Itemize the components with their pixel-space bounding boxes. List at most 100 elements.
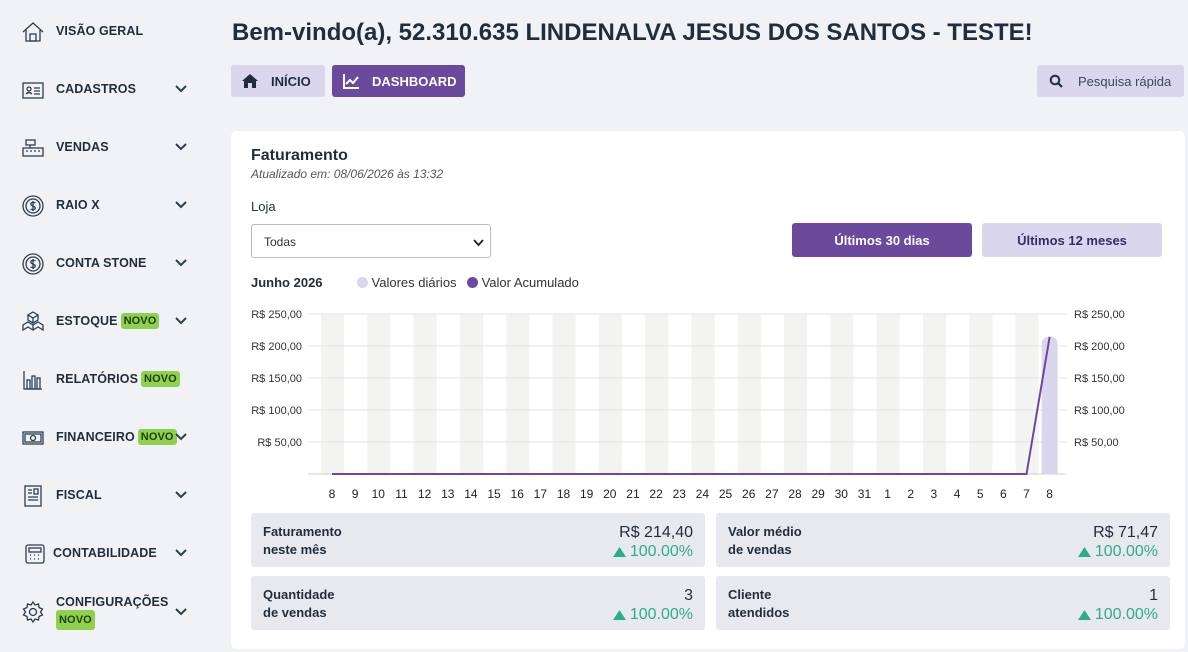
boxes-icon bbox=[20, 309, 46, 335]
bar-chart-icon bbox=[20, 367, 46, 393]
chevron-down-icon[interactable] bbox=[174, 605, 188, 619]
sidebar-item-text: FINANCEIRO bbox=[56, 430, 135, 444]
chart-legend: Junho 2026 Valores diários Valor Acumula… bbox=[251, 275, 589, 290]
sidebar-item-text: RELATÓRIOS bbox=[56, 372, 139, 386]
x-tick-label: 10 bbox=[372, 487, 386, 501]
sidebar-item-configuracoes[interactable]: CONFIGURAÇÕES NOVO bbox=[0, 590, 205, 634]
x-tick-label: 4 bbox=[954, 487, 961, 501]
stat-label-line2: de vendas bbox=[263, 605, 327, 620]
sidebar-item-conta-stone[interactable]: CONTA STONE bbox=[0, 243, 205, 283]
chart-band bbox=[552, 314, 576, 474]
chart-month: Junho 2026 bbox=[251, 275, 323, 290]
chevron-down-icon bbox=[473, 239, 484, 247]
y-tick-label-left: R$ 100,00 bbox=[251, 405, 302, 417]
revenue-chart: R$ 50,00 R$ 50,00 R$ 100,00 R$ 100,00 R$ 150… bbox=[251, 309, 1125, 501]
y-tick-label-right: R$ 50,00 bbox=[1074, 437, 1119, 449]
x-tick-label: 17 bbox=[534, 487, 548, 501]
y-tick-label-right: R$ 200,00 bbox=[1074, 341, 1125, 353]
chevron-down-icon[interactable] bbox=[174, 488, 188, 502]
sidebar-item-estoque[interactable]: ESTOQUE NOVO bbox=[0, 301, 205, 341]
stat-label: Quantidade de vendas bbox=[263, 586, 335, 622]
y-tick-label-left: R$ 150,00 bbox=[251, 373, 302, 385]
triangle-up-icon bbox=[1077, 610, 1091, 620]
revenue-card: Faturamento Atualizado em: 08/06/2026 às… bbox=[231, 131, 1185, 649]
page-title: Bem-vindo(a), 52.310.635 LINDENALVA JESU… bbox=[232, 19, 1033, 46]
sidebar-item-fiscal[interactable]: FISCAL bbox=[0, 475, 205, 515]
legend-accumulated-swatch bbox=[466, 277, 478, 288]
stat-label-line2: neste mês bbox=[263, 542, 327, 557]
new-badge: NOVO bbox=[137, 429, 177, 445]
stat-avg-sale: Valor médio de vendas R$ 71,47 100.00% bbox=[716, 513, 1170, 567]
chart-band bbox=[598, 314, 622, 474]
triangle-up-icon bbox=[612, 547, 626, 557]
sidebar-item-visao-geral[interactable]: VISÃO GERAL bbox=[0, 11, 205, 51]
dashboard-button[interactable]: DASHBOARD bbox=[332, 65, 465, 97]
chevron-down-icon[interactable] bbox=[174, 256, 188, 270]
dashboard-label: DASHBOARD bbox=[372, 73, 457, 89]
triangle-up-icon bbox=[612, 610, 626, 620]
x-tick-label: 12 bbox=[418, 487, 432, 501]
stat-change: 100.00% bbox=[612, 543, 693, 561]
stat-value: 1 bbox=[1149, 587, 1158, 604]
x-tick-label: 2 bbox=[907, 487, 914, 501]
stat-label: Faturamento neste mês bbox=[263, 523, 342, 559]
sidebar-item-text: ESTOQUE bbox=[56, 314, 118, 328]
chevron-down-icon[interactable] bbox=[174, 546, 188, 560]
sidebar-item-label: VISÃO GERAL bbox=[56, 24, 144, 38]
chart-band bbox=[737, 314, 761, 474]
x-tick-label: 29 bbox=[811, 487, 825, 501]
stat-change: 100.00% bbox=[1077, 543, 1158, 561]
x-tick-label: 24 bbox=[696, 487, 710, 501]
chevron-down-icon[interactable] bbox=[174, 430, 188, 444]
stat-change-value: 100.00% bbox=[629, 606, 693, 623]
stat-label-line1: Valor médio bbox=[728, 524, 802, 539]
legend-accumulated-label: Valor Acumulado bbox=[481, 275, 579, 290]
chevron-down-icon[interactable] bbox=[174, 198, 188, 212]
y-tick-label-right: R$ 250,00 bbox=[1074, 309, 1125, 321]
chevron-down-icon[interactable] bbox=[174, 140, 188, 154]
store-select[interactable]: Todas bbox=[251, 224, 491, 258]
stat-change-value: 100.00% bbox=[629, 543, 693, 560]
y-tick-label-left: R$ 50,00 bbox=[257, 437, 302, 449]
x-tick-label: 18 bbox=[557, 487, 571, 501]
legend-daily[interactable]: Valores diários bbox=[356, 275, 457, 290]
x-tick-label: 3 bbox=[931, 487, 938, 501]
x-tick-label: 27 bbox=[765, 487, 779, 501]
legend-accumulated[interactable]: Valor Acumulado bbox=[466, 275, 579, 290]
x-tick-label: 28 bbox=[788, 487, 802, 501]
x-tick-label: 7 bbox=[1023, 487, 1030, 501]
id-card-icon bbox=[20, 77, 46, 103]
chart-band bbox=[830, 314, 854, 474]
last-30-days-button[interactable]: Últimos 30 dias bbox=[792, 223, 972, 257]
sidebar-item-contabilidade[interactable]: CONTABILIDADE bbox=[0, 533, 205, 573]
inicio-button[interactable]: INÍCIO bbox=[231, 65, 325, 97]
last-12-months-button[interactable]: Últimos 12 meses bbox=[982, 223, 1162, 257]
chevron-down-icon[interactable] bbox=[174, 82, 188, 96]
sidebar: VISÃO GERAL CADASTROS VENDAS RAIO X CONT… bbox=[0, 0, 205, 652]
x-tick-label: 8 bbox=[1046, 487, 1053, 501]
x-tick-label: 30 bbox=[835, 487, 849, 501]
sidebar-item-financeiro[interactable]: FINANCEIRO NOVO bbox=[0, 417, 205, 457]
sidebar-item-text: CONFIGURAÇÕES bbox=[56, 595, 169, 609]
sidebar-item-relatorios[interactable]: RELATÓRIOS NOVO bbox=[0, 359, 205, 399]
chevron-down-icon[interactable] bbox=[174, 314, 188, 328]
stat-label-line1: Cliente bbox=[728, 587, 772, 602]
gear-icon bbox=[20, 599, 46, 625]
legend-daily-label: Valores diários bbox=[371, 275, 457, 290]
x-tick-label: 15 bbox=[487, 487, 501, 501]
x-tick-label: 9 bbox=[352, 487, 359, 501]
sidebar-item-raio-x[interactable]: RAIO X bbox=[0, 185, 205, 225]
quick-search-button[interactable]: Pesquisa rápida bbox=[1037, 65, 1184, 97]
y-tick-label-left: R$ 200,00 bbox=[251, 341, 302, 353]
x-tick-label: 16 bbox=[511, 487, 525, 501]
chart-band bbox=[413, 314, 437, 474]
stat-change-value: 100.00% bbox=[1094, 543, 1158, 560]
stat-revenue-month: Faturamento neste mês R$ 214,40 100.00% bbox=[251, 513, 705, 567]
stat-label: Valor médio de vendas bbox=[728, 523, 802, 559]
quick-search-label: Pesquisa rápida bbox=[1078, 74, 1172, 89]
sidebar-item-vendas[interactable]: VENDAS bbox=[0, 127, 205, 167]
x-tick-label: 6 bbox=[1000, 487, 1007, 501]
sidebar-item-cadastros[interactable]: CADASTROS bbox=[0, 69, 205, 109]
stat-change: 100.00% bbox=[1077, 606, 1158, 624]
line-chart-icon bbox=[343, 74, 359, 89]
